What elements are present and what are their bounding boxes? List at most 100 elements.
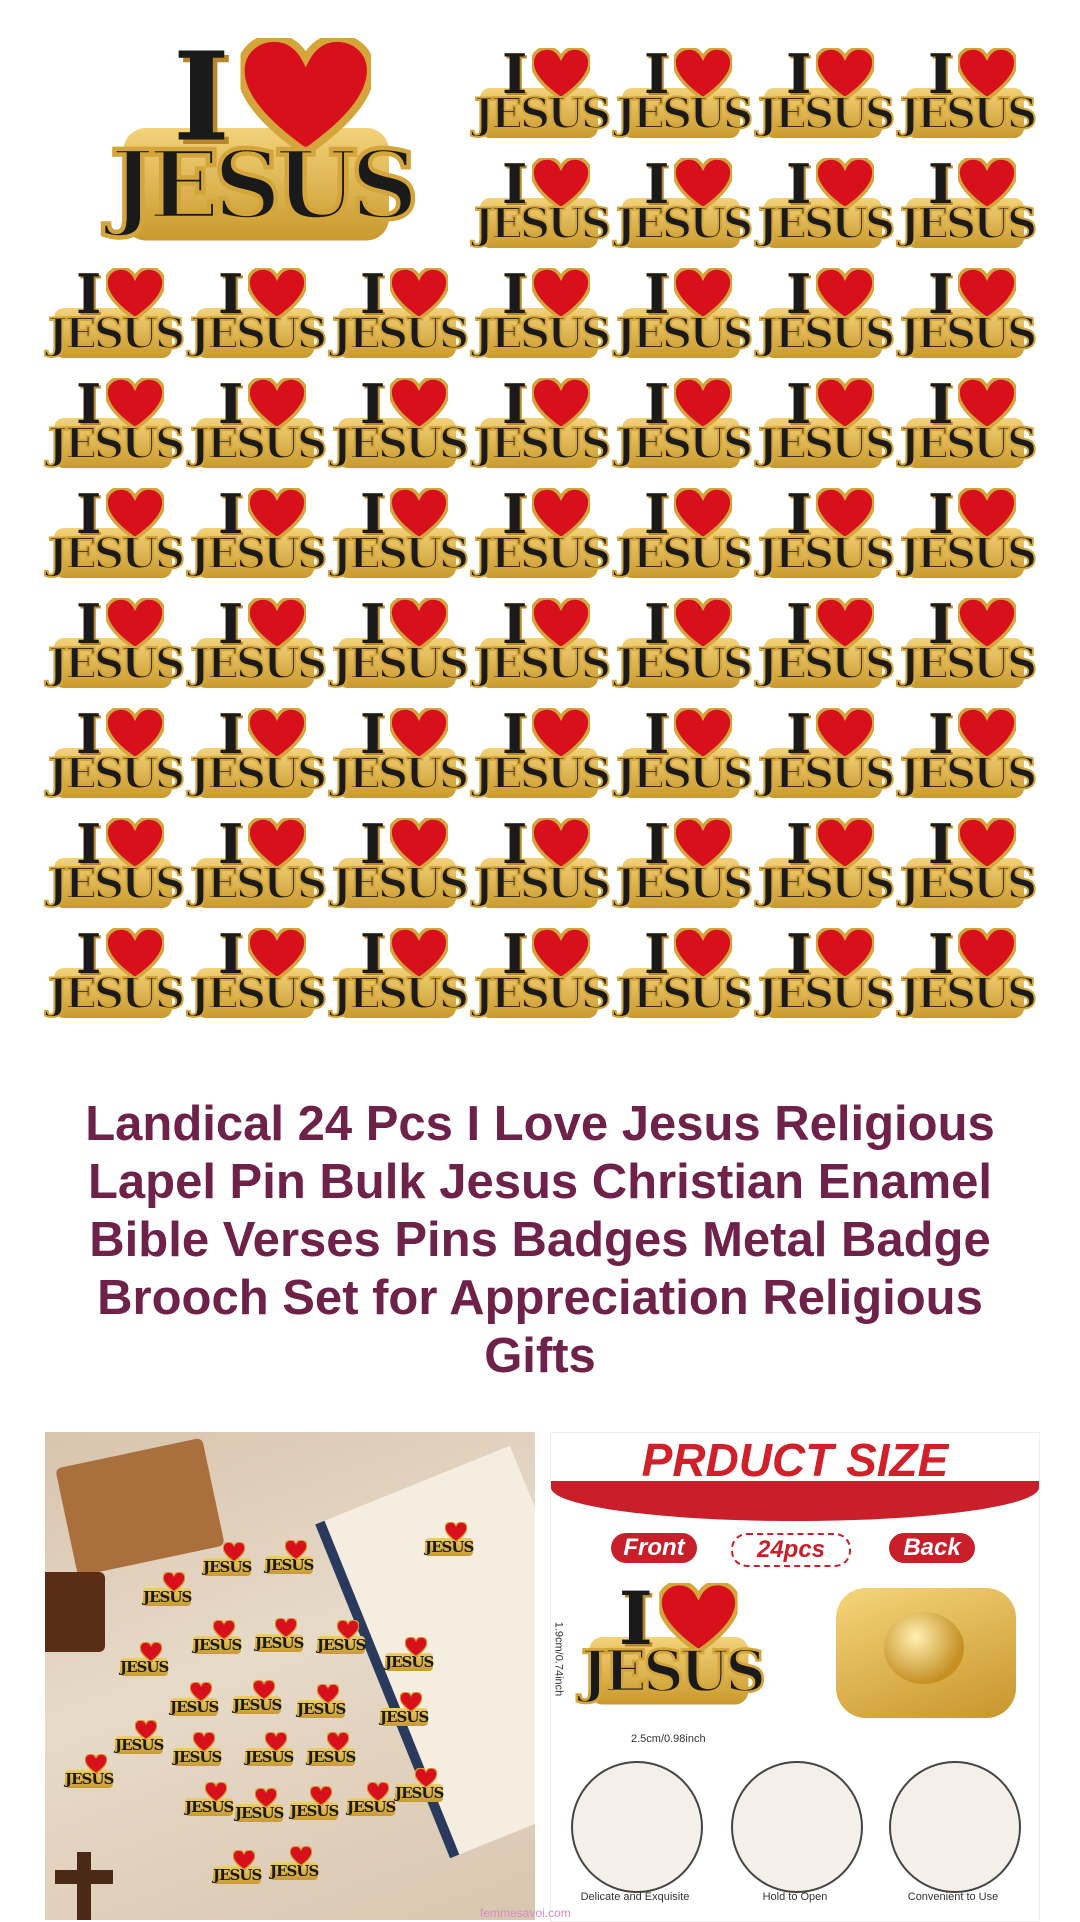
jesus-pin: I JESUS	[473, 156, 612, 248]
detail-circle-hold	[731, 1761, 863, 1893]
width-dimension: 2.5cm/0.98inch	[631, 1733, 706, 1745]
jesus-pin: I JESUS	[189, 376, 328, 468]
heart-icon	[84, 1753, 108, 1775]
jesus-pin: I JESUS	[899, 266, 1038, 358]
jesus-pin: I JESUS	[473, 706, 612, 798]
mini-jesus-pin: JESUS	[120, 1641, 169, 1676]
heart-icon	[222, 1541, 246, 1563]
jesus-pin: I JESUS	[189, 266, 328, 358]
jesus-pin: I JESUS	[899, 816, 1038, 908]
pin-word: JESUS	[615, 309, 754, 358]
pin-word: JESUS	[757, 969, 896, 1018]
pin-word: JESUS	[899, 89, 1038, 138]
gift-box	[55, 1437, 225, 1577]
heart-icon	[316, 1683, 340, 1705]
pin-word: JESUS	[189, 969, 328, 1018]
jesus-pin: I JESUS	[615, 46, 754, 138]
jesus-pin: I JESUS	[47, 486, 186, 578]
pin-word: JESUS	[757, 199, 896, 248]
heart-icon	[134, 1719, 158, 1741]
product-size-panel: PRDUCT SIZE Front 24pcs Back 1.9cm/0.74i…	[550, 1432, 1040, 1922]
jesus-pin: I JESUS	[331, 266, 470, 358]
mini-jesus-pin: JESUS	[213, 1849, 262, 1884]
pin-word: JESUS	[615, 529, 754, 578]
caption-hold: Hold to Open	[762, 1891, 828, 1903]
jesus-pin: I JESUS	[757, 266, 896, 358]
jesus-pin: I JESUS	[580, 1580, 768, 1705]
detail-circle-convenient	[889, 1761, 1021, 1893]
pin-word: JESUS	[47, 529, 186, 578]
jesus-pin: I JESUS	[899, 376, 1038, 468]
jesus-pin: I JESUS	[615, 706, 754, 798]
jesus-pin: I JESUS	[757, 46, 896, 138]
jesus-pin: I JESUS	[899, 926, 1038, 1018]
jesus-pin: I JESUS	[331, 706, 470, 798]
pin-word: JESUS	[615, 969, 754, 1018]
heart-icon	[264, 1731, 288, 1753]
count-label: 24pcs	[731, 1533, 851, 1567]
pin-word: JESUS	[899, 969, 1038, 1018]
pin-word: JESUS	[899, 309, 1038, 358]
lifestyle-photo: JESUS JESUS JESUS JESUS JESUS JESUS JESUS JESUS…	[45, 1432, 535, 1920]
pin-word: JESUS	[615, 89, 754, 138]
jesus-pin: I JESUS	[47, 926, 186, 1018]
jesus-pin: I JESUS	[757, 486, 896, 578]
mini-jesus-pin: JESUS	[347, 1781, 396, 1816]
pin-word: JESUS	[189, 309, 328, 358]
pin-word: JESUS	[580, 1638, 768, 1705]
pin-word: JESUS	[615, 749, 754, 798]
detail-circle-delicate	[571, 1761, 703, 1893]
jesus-pin: I JESUS	[615, 486, 754, 578]
back-pin-large	[836, 1588, 1016, 1718]
jesus-pin: I JESUS	[899, 486, 1038, 578]
jesus-pin: I JESUS	[757, 816, 896, 908]
jesus-pin: I JESUS	[331, 926, 470, 1018]
mini-jesus-pin: JESUS	[425, 1521, 474, 1556]
pin-word: JESUS	[473, 199, 612, 248]
pin-word: JESUS	[473, 749, 612, 798]
pin-word: JESUS	[473, 639, 612, 688]
pin-word: JESUS	[331, 749, 470, 798]
heart-icon	[399, 1691, 423, 1713]
pin-word: JESUS	[899, 529, 1038, 578]
heart-icon	[366, 1781, 390, 1803]
pin-word: JESUS	[473, 89, 612, 138]
jesus-pin: I JESUS	[757, 156, 896, 248]
heart-icon	[274, 1617, 298, 1639]
jesus-pin: I JESUS	[47, 596, 186, 688]
jesus-pin: I JESUS	[899, 46, 1038, 138]
front-label: Front	[611, 1533, 697, 1563]
jesus-pin: I JESUS	[473, 46, 612, 138]
mini-jesus-pin: JESUS	[143, 1571, 192, 1606]
header-band	[551, 1481, 1039, 1521]
pin-word: JESUS	[899, 639, 1038, 688]
jesus-pin: I JESUS	[473, 266, 612, 358]
heart-icon	[284, 1539, 308, 1561]
heart-icon	[336, 1619, 360, 1641]
pin-word: JESUS	[615, 859, 754, 908]
mini-jesus-pin: JESUS	[235, 1787, 284, 1822]
pin-word: JESUS	[331, 419, 470, 468]
heart-icon	[414, 1767, 438, 1789]
mini-jesus-pin: JESUS	[173, 1731, 222, 1766]
heart-icon	[139, 1641, 163, 1663]
pin-word: JESUS	[899, 419, 1038, 468]
watermark: femmesavoi.com	[480, 1906, 571, 1920]
mini-jesus-pin: JESUS	[115, 1719, 164, 1754]
pin-word: JESUS	[331, 639, 470, 688]
pin-word: JESUS	[473, 859, 612, 908]
heart-icon	[204, 1781, 228, 1803]
pin-word: JESUS	[47, 749, 186, 798]
pin-word: JESUS	[189, 749, 328, 798]
jesus-pin: I JESUS	[331, 596, 470, 688]
mini-jesus-pin: JESUS	[395, 1767, 444, 1802]
pin-word: JESUS	[473, 969, 612, 1018]
pin-word: JESUS	[47, 309, 186, 358]
product-title: Landical 24 Pcs I Love Jesus Religious L…	[85, 1097, 995, 1383]
pin-word: JESUS	[331, 529, 470, 578]
pin-word: JESUS	[473, 529, 612, 578]
pin-word: JESUS	[47, 859, 186, 908]
mini-jesus-pin: JESUS	[185, 1781, 234, 1816]
height-dimension: 1.9cm/0.74inch	[552, 1621, 565, 1697]
jesus-pin: I JESUS	[757, 596, 896, 688]
